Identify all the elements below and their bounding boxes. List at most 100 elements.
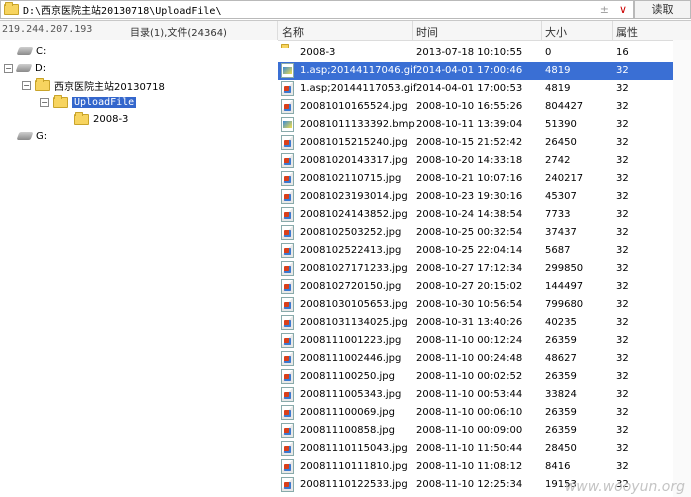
file-row[interactable]: 2008111001223.jpg 2008-11-10 00:12:24 2635…	[278, 332, 673, 350]
column-divider[interactable]	[612, 21, 613, 40]
file-row[interactable]: 2008102110715.jpg 2008-10-21 10:07:16 2402…	[278, 170, 673, 188]
vertical-scrollbar[interactable]	[673, 40, 691, 497]
column-header-attr[interactable]: 属性	[616, 24, 638, 40]
file-row[interactable]: 20081023193014.jpg 2008-10-23 19:30:16 453…	[278, 188, 673, 206]
file-size-cell: 4819	[545, 83, 571, 94]
folder-icon	[4, 2, 19, 15]
file-size-cell: 28450	[545, 443, 577, 454]
plus-minus-icon[interactable]: ±	[600, 3, 609, 16]
path-text: D:\西京医院主站20130718\UploadFile\	[23, 6, 222, 17]
file-name-cell: 2008102522413.jpg	[300, 245, 402, 256]
column-divider[interactable]	[541, 21, 542, 40]
file-attr-cell: 32	[616, 65, 629, 76]
file-time-cell: 2008-10-27 20:15:02	[416, 281, 523, 292]
file-name-cell: 2008111001223.jpg	[300, 335, 402, 346]
column-divider[interactable]	[412, 21, 413, 40]
column-header-time[interactable]: 时间	[416, 24, 438, 40]
folder-icon	[35, 77, 50, 91]
image-file-icon	[281, 81, 294, 96]
drive-icon	[16, 47, 34, 55]
collapse-toggle-icon[interactable]: −	[40, 97, 49, 107]
tree-node-site-folder[interactable]: − 西京医院主站20130718	[22, 77, 165, 93]
file-time-cell: 2008-10-10 16:55:26	[416, 101, 523, 112]
image-file-icon	[281, 171, 294, 186]
file-attr-cell: 32	[616, 191, 629, 202]
file-row[interactable]: 20081030105653.jpg 2008-10-30 10:56:54 799…	[278, 296, 673, 314]
file-name-cell: 20081027171233.jpg	[300, 263, 408, 274]
tree-node-label-selected: UploadFile	[72, 96, 137, 108]
tree-node-2008-3[interactable]: 2008-3	[74, 111, 128, 127]
drive-icon	[16, 132, 34, 140]
file-time-cell: 2008-10-20 14:33:18	[416, 155, 523, 166]
file-size-cell: 40235	[545, 317, 577, 328]
file-attr-cell: 32	[616, 407, 629, 418]
ip-address: 219.244.207.193	[2, 24, 93, 35]
file-attr-cell: 32	[616, 461, 629, 472]
file-size-cell: 26359	[545, 371, 577, 382]
path-input[interactable]: D:\西京医院主站20130718\UploadFile\ ± ∨	[0, 0, 634, 19]
file-size-cell: 804427	[545, 101, 584, 112]
file-row[interactable]: 20081027171233.jpg 2008-10-27 17:12:34 299…	[278, 260, 673, 278]
file-time-cell: 2008-11-10 00:12:24	[416, 335, 523, 346]
file-name-cell: 20081024143852.jpg	[300, 209, 408, 220]
file-row[interactable]: 2008102503252.jpg 2008-10-25 00:32:54 3743…	[278, 224, 673, 242]
file-row[interactable]: 20081024143852.jpg 2008-10-24 14:38:54 773…	[278, 206, 673, 224]
file-attr-cell: 32	[616, 137, 629, 148]
file-row[interactable]: 200811100069.jpg 2008-11-10 00:06:10 26359…	[278, 404, 673, 422]
file-list-header: 名称 时间 大小 属性	[278, 21, 691, 41]
file-name-cell: 20081030105653.jpg	[300, 299, 408, 310]
file-row[interactable]: 1.asp;20144117046.gif 2014-04-01 17:00:46…	[278, 62, 673, 80]
tree-node-label: 2008-3	[93, 113, 129, 125]
collapse-toggle-icon[interactable]: −	[4, 63, 13, 73]
folder-icon	[281, 44, 296, 59]
file-row[interactable]: 1.asp;20144117053.gif 2014-04-01 17:00:53…	[278, 80, 673, 98]
image-file-icon	[281, 153, 294, 168]
file-row[interactable]: 2008111002446.jpg 2008-11-10 00:24:48 4862…	[278, 350, 673, 368]
file-list: 名称 时间 大小 属性 2008-3 2013-07-18 10:10:55 0 16…	[278, 21, 691, 497]
file-row[interactable]: 200811100250.jpg 2008-11-10 00:02:52 26359…	[278, 368, 673, 386]
file-attr-cell: 32	[616, 389, 629, 400]
file-time-cell: 2008-10-15 21:52:42	[416, 137, 523, 148]
tree-node-d-drive[interactable]: − D:	[4, 60, 46, 76]
file-row[interactable]: 20081020143317.jpg 2008-10-20 14:33:18 274…	[278, 152, 673, 170]
file-row[interactable]: 20081110115043.jpg 2008-11-10 11:50:44 284…	[278, 440, 673, 458]
file-time-cell: 2008-10-25 22:04:14	[416, 245, 523, 256]
file-row[interactable]: 20081031134025.jpg 2008-10-31 13:40:26 402…	[278, 314, 673, 332]
file-row[interactable]: 2008102522413.jpg 2008-10-25 22:04:14 5687…	[278, 242, 673, 260]
file-row[interactable]: 2008-3 2013-07-18 10:10:55 0 16	[278, 44, 673, 62]
file-row[interactable]: 2008102720150.jpg 2008-10-27 20:15:02 1444…	[278, 278, 673, 296]
file-row[interactable]: 20081015215240.jpg 2008-10-15 21:52:42 264…	[278, 134, 673, 152]
file-time-cell: 2008-10-21 10:07:16	[416, 173, 523, 184]
image-file-icon	[281, 207, 294, 222]
file-row[interactable]: 200811100858.jpg 2008-11-10 00:09:00 26359…	[278, 422, 673, 440]
directory-tree: C: − D: − 西京医院主站20130718 − UploadFile 20…	[0, 40, 278, 497]
file-attr-cell: 32	[616, 443, 629, 454]
column-header-size[interactable]: 大小	[545, 24, 567, 40]
file-row[interactable]: 2008111005343.jpg 2008-11-10 00:53:44 3382…	[278, 386, 673, 404]
tree-node-g-drive[interactable]: G:	[16, 128, 47, 144]
file-name-cell: 20081110115043.jpg	[300, 443, 408, 454]
folder-open-icon	[53, 94, 68, 108]
watermark-text: www.wooyun.org	[564, 479, 685, 495]
bitmap-file-icon	[281, 117, 294, 132]
image-file-icon	[281, 459, 294, 474]
tree-node-uploadfile[interactable]: − UploadFile	[40, 94, 137, 110]
file-size-cell: 26450	[545, 137, 577, 148]
file-row[interactable]: 20081010165524.jpg 2008-10-10 16:55:26 804…	[278, 98, 673, 116]
image-file-icon	[281, 297, 294, 312]
file-size-cell: 240217	[545, 173, 584, 184]
file-attr-cell: 32	[616, 209, 629, 220]
read-button[interactable]: 读取	[634, 0, 691, 19]
image-file-icon	[281, 477, 294, 492]
file-time-cell: 2008-11-10 11:08:12	[416, 461, 523, 472]
column-header-name[interactable]: 名称	[282, 24, 304, 40]
file-name-cell: 20081023193014.jpg	[300, 191, 408, 202]
file-time-cell: 2008-11-10 00:09:00	[416, 425, 523, 436]
file-row[interactable]: 20081110111810.jpg 2008-11-10 11:08:12 841…	[278, 458, 673, 476]
file-row[interactable]: 20081011133392.bmp 2008-10-11 13:39:04 513…	[278, 116, 673, 134]
collapse-toggle-icon[interactable]: −	[22, 80, 31, 90]
file-time-cell: 2008-11-10 11:50:44	[416, 443, 523, 454]
chevron-down-icon[interactable]: ∨	[619, 3, 627, 16]
image-file-icon	[281, 387, 294, 402]
tree-node-c-drive[interactable]: C:	[16, 43, 46, 59]
